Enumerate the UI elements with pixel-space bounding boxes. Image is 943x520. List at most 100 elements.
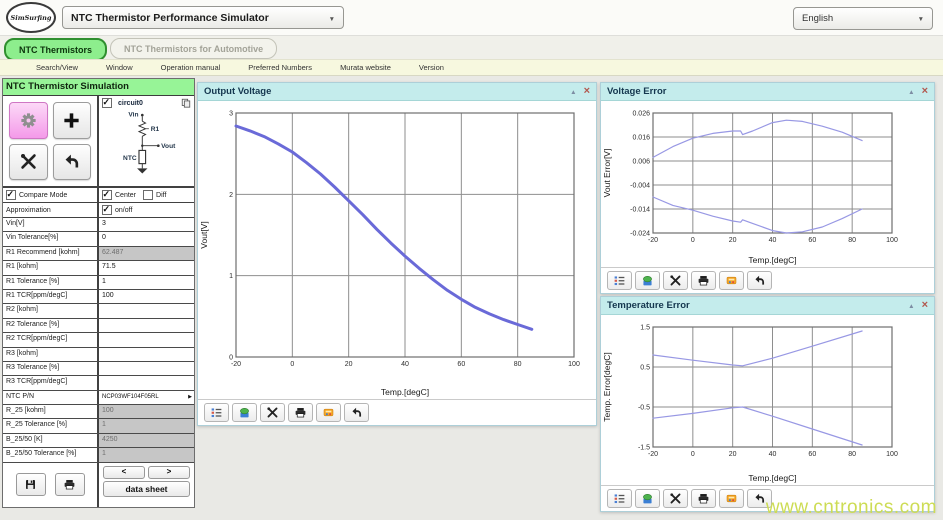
svg-text:-0.024: -0.024 [630, 231, 650, 238]
param-row: R3 TCR[ppm/degC] [3, 376, 194, 390]
save-button[interactable] [16, 473, 46, 496]
circuit-panel: circuit0 Vin R1 Vout [99, 96, 194, 186]
close-icon[interactable] [922, 86, 928, 97]
svg-text:Vout[V]: Vout[V] [199, 221, 209, 248]
param-value[interactable]: 100 [99, 290, 194, 303]
param-row: R3 [kohm] [3, 348, 194, 362]
param-value: 100 [99, 405, 194, 418]
tools-button[interactable] [260, 403, 285, 422]
settings-gear-button[interactable] [9, 102, 48, 139]
simulation-panel: NTC Thermistor Simulation c [2, 78, 195, 508]
svg-text:NTC: NTC [123, 155, 137, 162]
palette-button[interactable] [719, 271, 744, 290]
data-sheet-button[interactable]: data sheet [103, 481, 190, 497]
legend-button[interactable] [204, 403, 229, 422]
svg-text:R1: R1 [150, 126, 159, 133]
compare-mode-checkbox[interactable] [6, 190, 16, 200]
circuit0-checkbox[interactable] [102, 98, 112, 108]
param-value[interactable] [99, 304, 194, 317]
menu-item-preferred-numbers[interactable]: Preferred Numbers [234, 63, 326, 72]
svg-text:60: 60 [808, 237, 816, 244]
voltage-error-titlebar: Voltage Error [601, 83, 934, 101]
gear-icon [19, 111, 38, 130]
svg-text:Vout: Vout [161, 143, 176, 150]
param-value[interactable]: 0 [99, 232, 194, 245]
menu-item-murata-website[interactable]: Murata website [326, 63, 405, 72]
legend-button[interactable] [607, 271, 632, 290]
collapse-icon[interactable] [908, 300, 914, 311]
menu-item-window[interactable]: Window [92, 63, 147, 72]
export-icon [238, 406, 251, 419]
param-value[interactable]: 3 [99, 218, 194, 231]
export-button[interactable] [635, 271, 660, 290]
tab-ntc-thermistors[interactable]: NTC Thermistors [4, 38, 107, 61]
collapse-icon[interactable] [570, 86, 576, 97]
svg-text:40: 40 [769, 237, 777, 244]
palette-button[interactable] [719, 489, 744, 508]
svg-text:0.016: 0.016 [632, 135, 650, 142]
svg-text:100: 100 [886, 451, 898, 458]
collapse-icon[interactable] [908, 86, 914, 97]
undo-button[interactable] [53, 144, 92, 181]
app-mode-select-value: NTC Thermistor Performance Simulator [71, 12, 269, 24]
palette-button[interactable] [316, 403, 341, 422]
param-value[interactable] [99, 319, 194, 332]
approximation-checkbox[interactable] [102, 205, 112, 215]
svg-text:20: 20 [729, 237, 737, 244]
add-circuit-button[interactable] [53, 102, 92, 139]
param-value[interactable] [99, 362, 194, 375]
print-icon [294, 406, 307, 419]
legend-icon [613, 274, 626, 287]
param-row: R1 [kohm]71.5 [3, 261, 194, 275]
export-icon [641, 274, 654, 287]
export-button[interactable] [232, 403, 257, 422]
print-button[interactable] [55, 473, 85, 496]
center-checkbox[interactable] [102, 190, 112, 200]
print-button[interactable] [288, 403, 313, 422]
print-button[interactable] [691, 271, 716, 290]
param-value[interactable]: 1 [99, 276, 194, 289]
export-button[interactable] [635, 489, 660, 508]
tools-button[interactable] [663, 489, 688, 508]
menu-item-version[interactable]: Version [405, 63, 458, 72]
print-button[interactable] [691, 489, 716, 508]
tab-ntc-thermistors-for-automotive[interactable]: NTC Thermistors for Automotive [110, 38, 277, 59]
language-select-value: English [802, 13, 833, 24]
legend-button[interactable] [607, 489, 632, 508]
diff-checkbox[interactable] [143, 190, 153, 200]
prev-button[interactable]: < [103, 466, 145, 479]
undo-button[interactable] [344, 403, 369, 422]
param-value[interactable] [99, 376, 194, 389]
param-value: 4250 [99, 434, 194, 447]
tools-button[interactable] [9, 144, 48, 181]
param-value[interactable] [99, 333, 194, 346]
param-label: R1 Tolerance [%] [3, 276, 99, 289]
copy-icon[interactable] [181, 98, 191, 108]
simsurfing-logo: SimSurfing [6, 2, 56, 33]
param-row: NTC P/NNCP03WF104F05RL▶ [3, 391, 194, 405]
simulation-panel-top: circuit0 Vin R1 Vout [3, 96, 194, 188]
param-label: R_25 Tolerance [%] [3, 419, 99, 432]
parameter-table: Vin[V]3Vin Tolerance[%]0R1 Recommend [ko… [3, 218, 194, 463]
svg-text:-20: -20 [648, 451, 658, 458]
svg-text:80: 80 [848, 237, 856, 244]
param-value[interactable]: NCP03WF104F05RL▶ [99, 391, 194, 404]
close-icon[interactable] [922, 300, 928, 311]
menu-item-operation-manual[interactable]: Operation manual [147, 63, 235, 72]
app-mode-select[interactable]: NTC Thermistor Performance Simulator [62, 6, 344, 29]
param-label: R_25 [kohm] [3, 405, 99, 418]
export-icon [641, 492, 654, 505]
language-select[interactable]: English [793, 7, 933, 30]
param-row: R_25 [kohm]100 [3, 405, 194, 419]
expand-arrow-icon[interactable]: ▶ [188, 394, 192, 400]
close-icon[interactable] [584, 86, 590, 97]
next-button[interactable]: > [148, 466, 190, 479]
svg-text:40: 40 [769, 451, 777, 458]
menu-item-search-view[interactable]: Search/View [22, 63, 92, 72]
param-value[interactable]: 71.5 [99, 261, 194, 274]
tools-button[interactable] [663, 271, 688, 290]
center-label: Center [115, 192, 136, 199]
undo-button[interactable] [747, 271, 772, 290]
svg-text:1.5: 1.5 [640, 325, 650, 332]
param-value[interactable] [99, 348, 194, 361]
